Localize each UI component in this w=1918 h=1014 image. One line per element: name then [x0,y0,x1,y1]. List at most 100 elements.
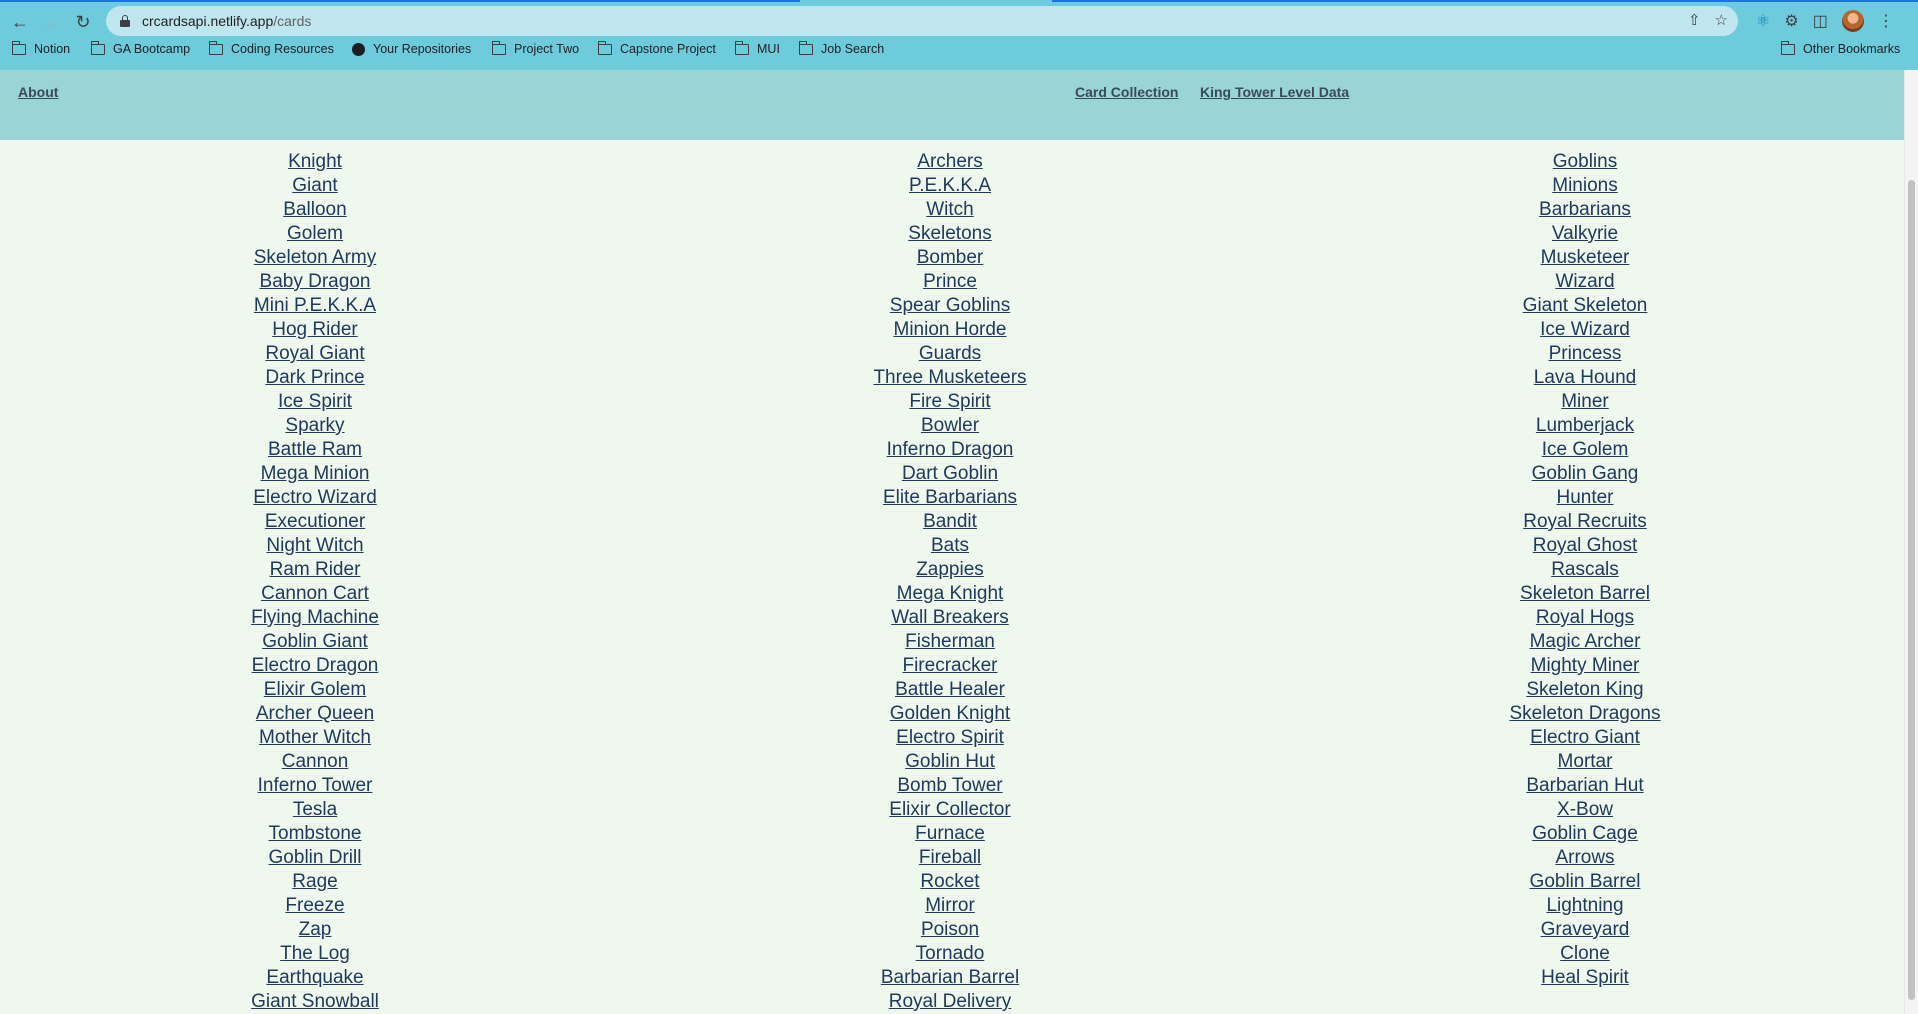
card-link[interactable]: Rocket [920,870,979,894]
card-link[interactable]: Tornado [916,942,985,966]
card-link[interactable]: Cannon [282,750,349,774]
card-link[interactable]: Electro Giant [1530,726,1640,750]
card-link[interactable]: Graveyard [1541,918,1630,942]
card-link[interactable]: Elixir Collector [889,798,1010,822]
card-link[interactable]: Tombstone [269,822,362,846]
card-link[interactable]: Barbarian Barrel [881,966,1019,990]
bookmark-ga-bootcamp[interactable]: GA Bootcamp [90,40,190,56]
bookmark-mui[interactable]: MUI [734,40,780,56]
card-link[interactable]: Bowler [921,414,979,438]
card-link[interactable]: Golden Knight [890,702,1010,726]
card-link[interactable]: Goblin Hut [905,750,995,774]
card-link[interactable]: The Log [280,942,350,966]
card-link[interactable]: Skeleton Army [254,246,377,270]
card-link[interactable]: Wall Breakers [891,606,1009,630]
nav-about-link[interactable]: About [18,84,58,100]
card-link[interactable]: Bandit [923,510,977,534]
card-link[interactable]: Dart Goblin [902,462,998,486]
card-link[interactable]: Royal Hogs [1536,606,1634,630]
card-link[interactable]: Knight [288,150,342,174]
bookmark-coding-resources[interactable]: Coding Resources [208,40,334,56]
card-link[interactable]: P.E.K.K.A [909,174,991,198]
card-link[interactable]: Arrows [1555,846,1614,870]
card-link[interactable]: Mighty Miner [1531,654,1640,678]
extensions-icon[interactable]: ⚙ [1784,11,1798,31]
card-link[interactable]: Skeleton Dragons [1509,702,1660,726]
card-link[interactable]: Golem [287,222,343,246]
card-link[interactable]: Mega Knight [897,582,1004,606]
bookmark-star-icon[interactable]: ☆ [1715,11,1728,29]
card-link[interactable]: Three Musketeers [873,366,1026,390]
card-link[interactable]: Guards [919,342,981,366]
card-link[interactable]: Heal Spirit [1541,966,1629,990]
card-link[interactable]: Giant Snowball [251,990,379,1014]
react-devtools-icon[interactable]: ⚛ [1756,11,1770,31]
card-link[interactable]: Magic Archer [1530,630,1641,654]
menu-icon[interactable]: ⋮ [1878,11,1894,31]
card-link[interactable]: Executioner [265,510,365,534]
card-link[interactable]: X-Bow [1557,798,1613,822]
card-link[interactable]: Skeletons [908,222,991,246]
card-link[interactable]: Goblins [1553,150,1617,174]
bookmark-your-repositories[interactable]: Your Repositories [352,42,471,56]
scrollbar-thumb[interactable] [1908,180,1915,1000]
card-link[interactable]: Electro Spirit [896,726,1004,750]
card-link[interactable]: Goblin Giant [262,630,368,654]
card-link[interactable]: Archer Queen [256,702,374,726]
card-link[interactable]: Giant [292,174,337,198]
card-link[interactable]: Sparky [285,414,344,438]
card-link[interactable]: Freeze [285,894,344,918]
address-bar[interactable]: crcardsapi.netlify.app/cards ⇧ ☆ [106,6,1738,36]
card-link[interactable]: Hog Rider [272,318,358,342]
card-link[interactable]: Hunter [1556,486,1613,510]
card-link[interactable]: Goblin Drill [269,846,362,870]
card-link[interactable]: Goblin Gang [1532,462,1639,486]
card-link[interactable]: Dark Prince [265,366,364,390]
bookmark-notion[interactable]: Notion [11,40,70,56]
card-link[interactable]: Lightning [1546,894,1623,918]
card-link[interactable]: Spear Goblins [890,294,1010,318]
card-link[interactable]: Cannon Cart [261,582,369,606]
card-link[interactable]: Inferno Tower [258,774,373,798]
card-link[interactable]: Elixir Golem [264,678,366,702]
card-link[interactable]: Mortar [1558,750,1613,774]
card-link[interactable]: Minion Horde [894,318,1007,342]
nav-king-tower-link[interactable]: King Tower Level Data [1200,84,1349,100]
forward-icon[interactable]: → [38,10,62,34]
card-link[interactable]: Poison [921,918,979,942]
back-icon[interactable]: ← [8,10,32,34]
card-link[interactable]: Musketeer [1541,246,1630,270]
card-link[interactable]: Wizard [1555,270,1614,294]
card-link[interactable]: Royal Delivery [889,990,1011,1014]
card-link[interactable]: Skeleton Barrel [1520,582,1650,606]
bookmark-job-search[interactable]: Job Search [798,40,884,56]
card-link[interactable]: Night Witch [266,534,363,558]
card-link[interactable]: Flying Machine [251,606,379,630]
card-link[interactable]: Battle Ram [268,438,362,462]
card-link[interactable]: Barbarian Hut [1526,774,1643,798]
card-link[interactable]: Archers [917,150,982,174]
card-link[interactable]: Rascals [1551,558,1619,582]
card-link[interactable]: Rage [292,870,337,894]
card-link[interactable]: Electro Dragon [252,654,379,678]
avatar[interactable] [1841,10,1864,32]
card-link[interactable]: Ice Golem [1542,438,1629,462]
card-link[interactable]: Zappies [916,558,984,582]
card-link[interactable]: Goblin Cage [1532,822,1638,846]
card-link[interactable]: Clone [1560,942,1610,966]
card-link[interactable]: Zap [299,918,332,942]
card-link[interactable]: Earthquake [266,966,363,990]
card-link[interactable]: Royal Ghost [1533,534,1638,558]
card-link[interactable]: Inferno Dragon [887,438,1014,462]
page-scrollbar[interactable] [1904,70,1918,1014]
card-link[interactable]: Mirror [925,894,975,918]
card-link[interactable]: Princess [1549,342,1622,366]
card-link[interactable]: Mega Minion [261,462,370,486]
bookmark-other-bookmarks[interactable]: Other Bookmarks [1780,40,1900,56]
card-link[interactable]: Mini P.E.K.K.A [254,294,376,318]
card-link[interactable]: Ice Wizard [1540,318,1630,342]
card-link[interactable]: Fisherman [905,630,995,654]
card-link[interactable]: Skeleton King [1526,678,1643,702]
card-link[interactable]: Bats [931,534,969,558]
card-link[interactable]: Electro Wizard [253,486,377,510]
